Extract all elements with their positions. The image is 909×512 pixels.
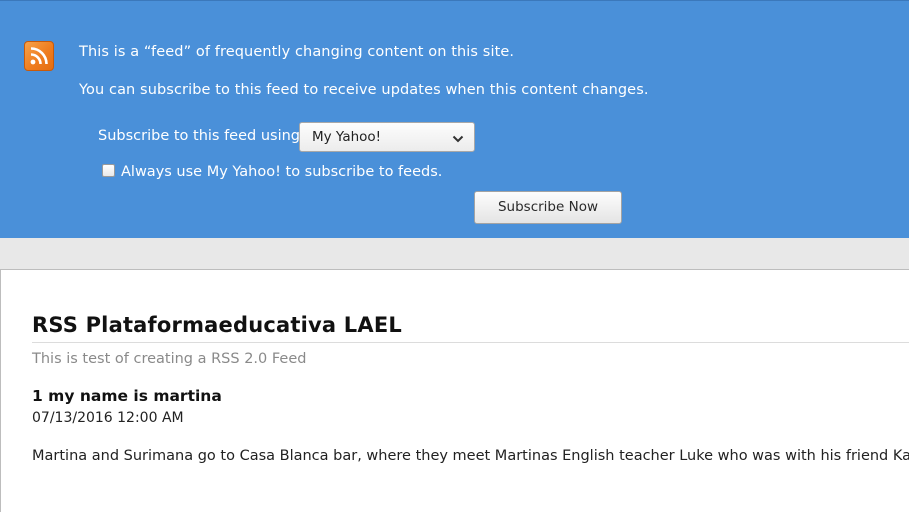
title-divider <box>32 342 909 343</box>
feed-reader-select[interactable]: My Yahoo! <box>299 122 475 152</box>
feed-subscribe-hint: You can subscribe to this feed to receiv… <box>79 82 649 98</box>
subscribe-using-label: Subscribe to this feed using <box>98 128 301 144</box>
chevron-down-icon <box>452 132 464 148</box>
rss-icon <box>24 41 54 71</box>
feed-content: RSS Plataformaeducativa LAEL This is tes… <box>0 269 909 512</box>
feed-subtitle: This is test of creating a RSS 2.0 Feed <box>32 351 307 367</box>
always-use-checkbox[interactable] <box>102 164 115 177</box>
feed-item-date: 07/13/2016 12:00 AM <box>32 410 184 426</box>
separator-band <box>0 238 909 269</box>
feed-item-title: 1 my name is martina <box>32 387 222 405</box>
always-use-label: Always use My Yahoo! to subscribe to fee… <box>121 164 443 180</box>
feed-item-description: Martina and Surimana go to Casa Blanca b… <box>32 448 909 464</box>
subscribe-now-button[interactable]: Subscribe Now <box>474 191 622 224</box>
feed-reader-selected-value: My Yahoo! <box>312 129 382 145</box>
feed-subscribe-header: This is a “feed” of frequently changing … <box>0 0 909 238</box>
feed-intro-text: This is a “feed” of frequently changing … <box>79 44 515 60</box>
feed-title: RSS Plataformaeducativa LAEL <box>32 313 402 337</box>
